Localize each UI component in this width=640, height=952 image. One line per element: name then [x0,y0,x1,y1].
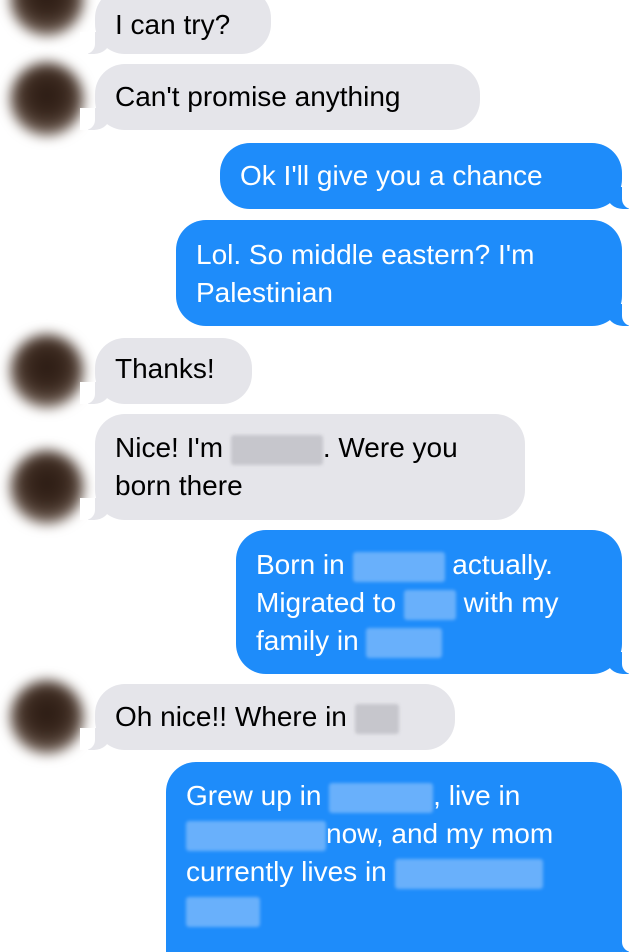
redacted-text [329,782,434,813]
message-line: now, and my mom [186,815,602,853]
contact-avatar[interactable] [10,62,84,136]
message-line: currently lives in [186,853,602,891]
message-line: Born in actually. [256,549,553,582]
message-line: Nice! I'm . Were you [115,432,458,465]
redacted-text [354,703,399,734]
incoming-message-bubble[interactable]: Can't promise anything [80,64,480,130]
contact-avatar[interactable] [10,450,84,524]
incoming-message-bubble[interactable]: Nice! I'm . Were you born there [80,414,525,520]
outgoing-message-bubble[interactable]: Born in actually. Migrated to with my fa… [236,530,637,674]
message-thread: I can try? Can't promise anything Ok I'l… [0,0,640,952]
message-line [186,891,602,929]
redacted-text [352,551,445,582]
contact-avatar[interactable] [10,680,84,754]
outgoing-message-bubble[interactable]: Lol. So middle eastern? I'm Palestinian [176,220,637,326]
message-line: Palestinian [196,277,333,308]
redacted-text [186,820,326,851]
message-line: family in [256,622,602,660]
redacted-text [366,627,443,658]
redacted-text [403,589,456,620]
message-text: I can try? [115,9,231,40]
incoming-message-bubble[interactable]: I can try? [80,0,271,54]
redacted-text [394,858,543,889]
incoming-message-bubble[interactable]: Oh nice!! Where in [80,684,455,750]
redacted-text [186,896,260,927]
contact-avatar[interactable] [10,334,84,408]
outgoing-message-bubble[interactable]: Ok I'll give you a chance [220,143,637,209]
message-text: Can't promise anything [115,81,401,112]
redacted-text [230,434,323,465]
message-text: Thanks! [115,353,215,384]
message-text: Ok I'll give you a chance [240,160,543,191]
message-line: Grew up in , live in [186,780,521,813]
message-line: Migrated to with my [256,587,559,620]
contact-avatar[interactable] [10,0,84,36]
incoming-message-bubble[interactable]: Thanks! [80,338,252,404]
message-line: Lol. So middle eastern? I'm [196,239,535,270]
message-line: born there [115,470,243,501]
